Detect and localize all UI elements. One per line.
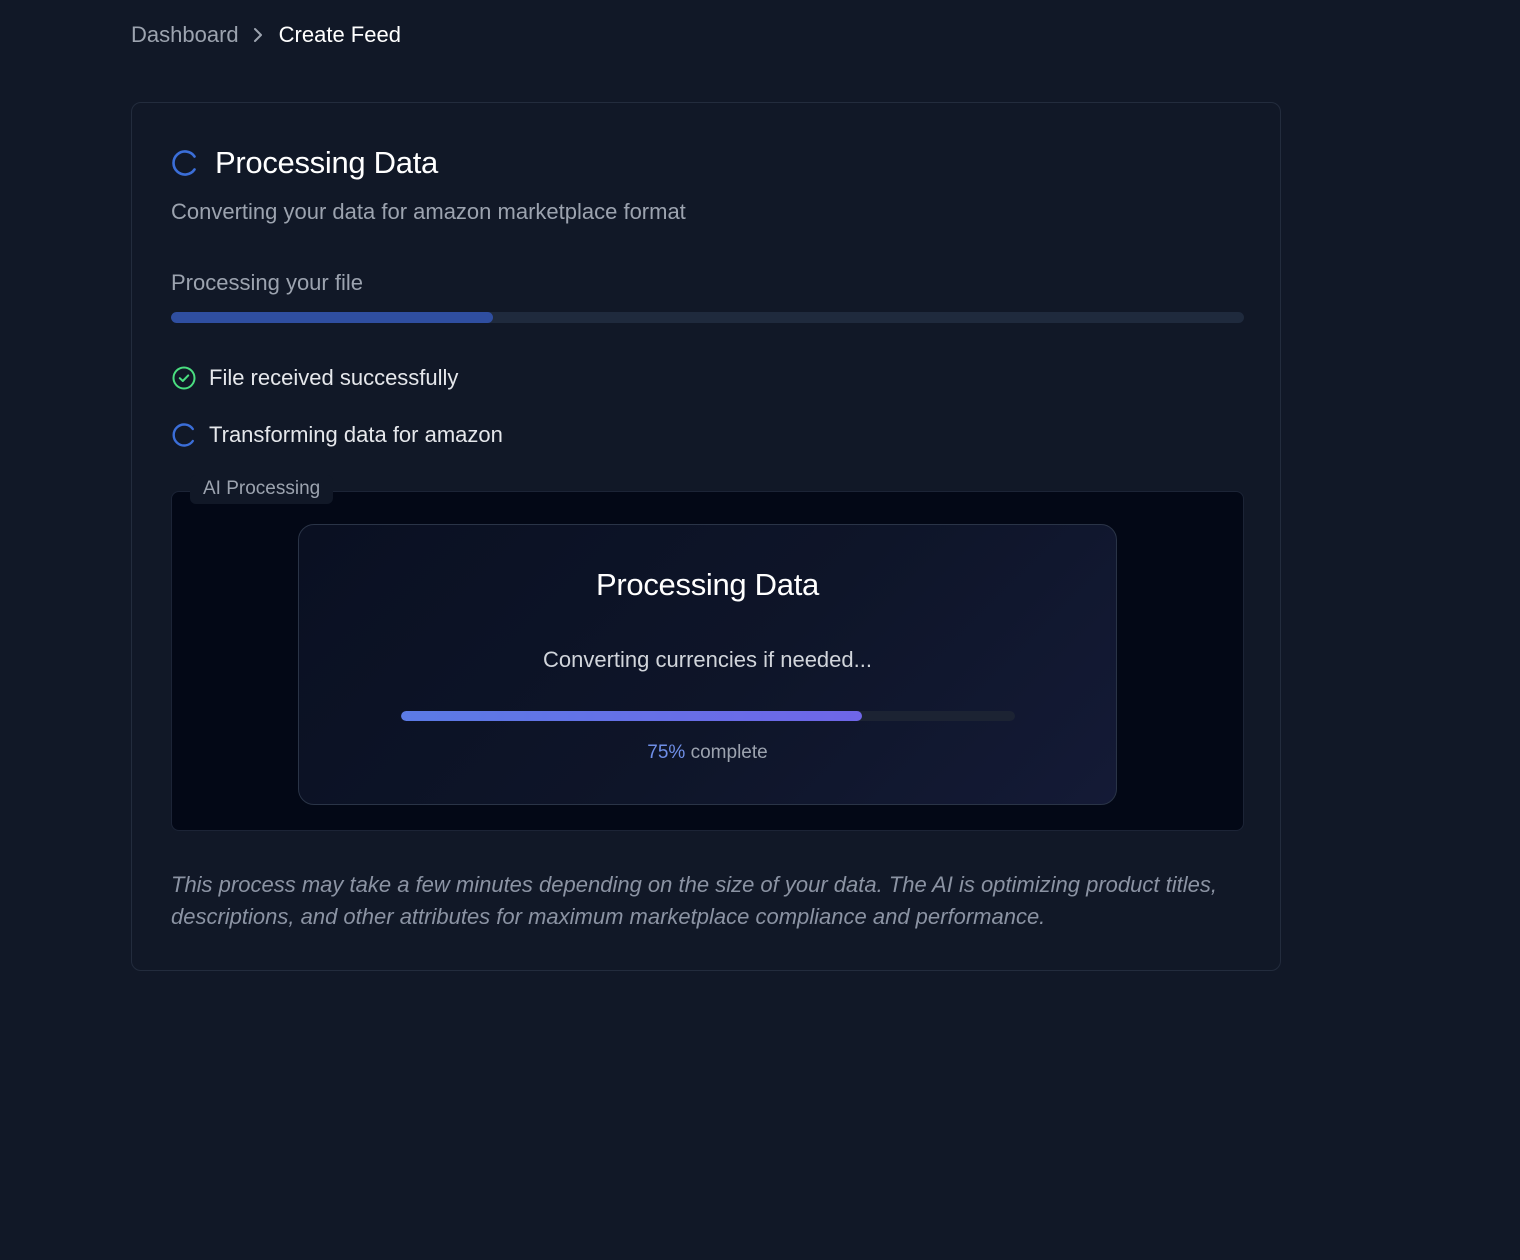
- step-file-received: File received successfully: [171, 365, 458, 391]
- card-header: Processing Data: [171, 145, 438, 181]
- breadcrumb: Dashboard Create Feed: [131, 18, 401, 52]
- file-progress-bar: [171, 312, 1244, 323]
- ai-progress-text: 75% complete: [299, 742, 1116, 764]
- processing-footnote: This process may take a few minutes depe…: [171, 872, 1217, 929]
- chevron-right-icon: [251, 26, 265, 44]
- step-label: File received successfully: [209, 365, 459, 390]
- ai-progress-fill: [401, 711, 862, 721]
- ai-status-title: Processing Data: [596, 567, 819, 602]
- spinner-icon: [171, 149, 199, 177]
- step-label: Transforming data for amazon: [209, 422, 503, 447]
- card-subtitle: Converting your data for amazon marketpl…: [171, 199, 686, 224]
- step-transforming: Transforming data for amazon: [171, 422, 503, 448]
- ai-progress-percent: 75%: [647, 742, 686, 763]
- check-circle-icon: [171, 365, 197, 391]
- progress-label: Processing your file: [171, 270, 363, 295]
- spinner-icon: [171, 422, 197, 448]
- ai-processing-tag: AI Processing: [190, 475, 334, 504]
- ai-processing-panel: Processing Data Converting currencies if…: [171, 491, 1244, 831]
- breadcrumb-dashboard-link[interactable]: Dashboard: [131, 22, 239, 48]
- processing-card: Processing Data Converting your data for…: [131, 102, 1281, 971]
- ai-status-card: Processing Data Converting currencies if…: [298, 524, 1117, 805]
- card-title: Processing Data: [215, 145, 438, 180]
- ai-progress-bar: [401, 711, 1015, 721]
- breadcrumb-current: Create Feed: [278, 22, 401, 47]
- ai-status-message: Converting currencies if needed...: [543, 647, 872, 672]
- ai-progress-suffix: complete: [685, 742, 768, 763]
- file-progress-fill: [171, 312, 493, 323]
